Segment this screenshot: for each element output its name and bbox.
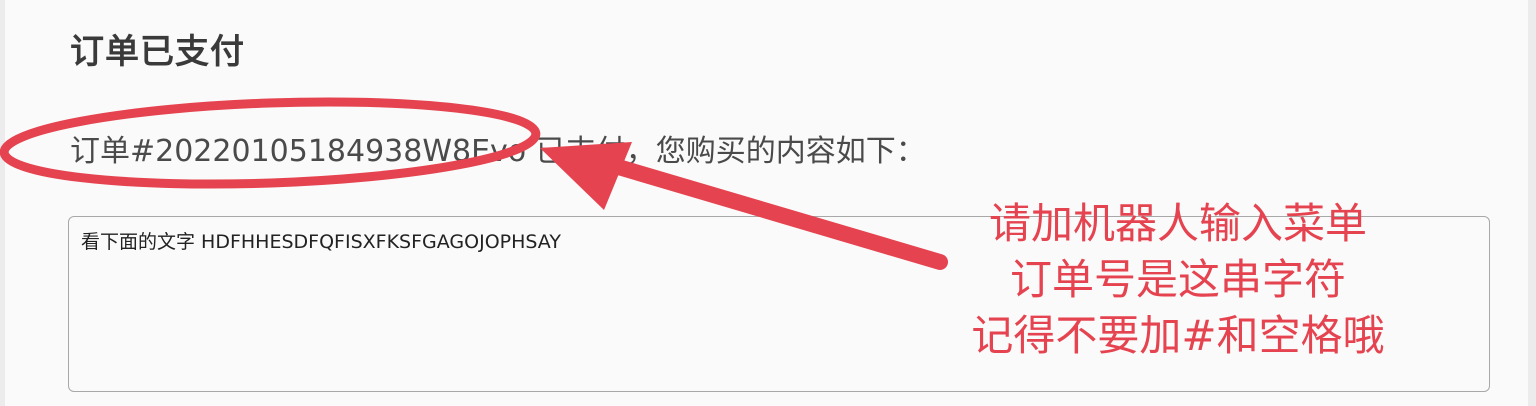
annotation-line-2: 订单号是这串字符 — [1009, 255, 1346, 304]
right-scrollbar — [1528, 0, 1536, 406]
page: 订单已支付 订单#20220105184938W8Evo 已支付，您购买的内容如… — [0, 0, 1536, 406]
order-paid-message: 订单#20220105184938W8Evo 已支付，您购买的内容如下： — [70, 134, 926, 169]
annotation-note: 请加机器人输入菜单 订单号是这串字符 记得不要加#和空格哦 — [928, 196, 1428, 364]
annotation-line-3: 记得不要加#和空格哦 — [971, 311, 1385, 360]
left-border — [0, 0, 5, 406]
page-title: 订单已支付 — [70, 32, 245, 72]
annotation-line-1: 请加机器人输入菜单 — [988, 199, 1367, 248]
